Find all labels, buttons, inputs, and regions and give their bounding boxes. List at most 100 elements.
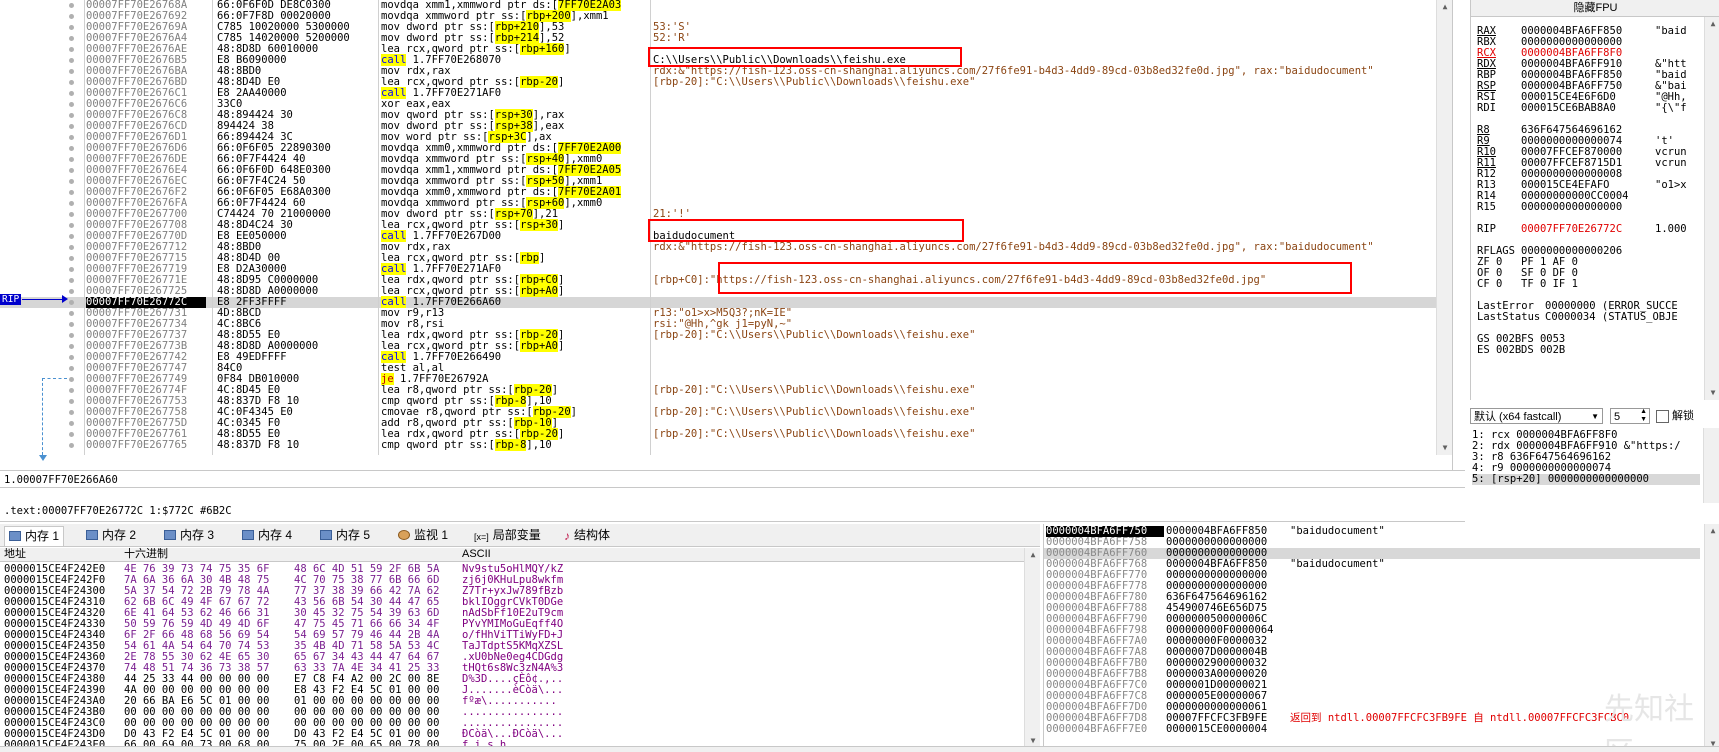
breakpoint-dot-icon[interactable] — [69, 80, 74, 85]
scroll-down-icon[interactable]: ▼ — [1025, 736, 1040, 746]
breakpoint-dot-icon[interactable] — [69, 102, 74, 107]
memory-dump-pane[interactable]: 地址 十六进制 ASCII 0000015CE4F242E0 4E 76 39 7… — [0, 548, 1040, 748]
breakpoint-dot-icon[interactable] — [69, 58, 74, 63]
stack-pane[interactable]: 0000004BFA6FF750 0000004BFA6FF850 "baidudo… — [1043, 524, 1719, 751]
bottom-splitter[interactable] — [0, 746, 1719, 752]
breakpoint-dot-icon[interactable] — [69, 388, 74, 393]
arguments-pane[interactable]: 1: rcx 0000004BFA6FF8F0 2: rdx 0000004BFA… — [1470, 428, 1719, 503]
breakpoint-dot-icon[interactable] — [69, 179, 74, 184]
breakpoint-dot-icon[interactable] — [69, 190, 74, 195]
register-row[interactable]: CF 0 TF 0 IF 1 — [1477, 279, 1655, 290]
breakpoint-dot-icon[interactable] — [69, 91, 74, 96]
instruction-comment: rdx:&"https://fish-123.oss-cn-shanghai.a… — [653, 241, 1374, 253]
breakpoint-dot-icon[interactable] — [69, 3, 74, 8]
instruction-suffix: ] — [558, 340, 565, 352]
breakpoint-dot-icon[interactable] — [69, 14, 74, 19]
breakpoint-dot-icon[interactable] — [69, 311, 74, 316]
breakpoint-dot-icon[interactable] — [69, 36, 74, 41]
disasm-row[interactable]: 00007FF70E267765 48:837D F8 10 cmp qword p… — [0, 439, 1452, 451]
scroll-up-icon[interactable]: ▲ — [1025, 550, 1040, 560]
tab-watch-6[interactable]: 监视 1 — [394, 526, 452, 545]
watch-icon — [398, 530, 410, 540]
breakpoint-dot-icon[interactable] — [69, 223, 74, 228]
breakpoint-dot-icon[interactable] — [69, 333, 74, 338]
scroll-down-icon[interactable]: ▼ — [1705, 388, 1719, 398]
register-value: DS 002B — [1521, 344, 1566, 356]
breakpoint-dot-icon[interactable] — [69, 47, 74, 52]
tab-memory-1[interactable]: 内存 1 — [4, 526, 65, 546]
tab-struct-8[interactable]: ♪ 结构体 — [560, 526, 614, 545]
argument-row[interactable]: 5: [rsp+20] 0000000000000000 — [1472, 474, 1700, 485]
breakpoint-dot-icon[interactable] — [69, 300, 74, 305]
instruction-highlight: rbp-8 — [494, 439, 527, 451]
breakpoint-dot-icon[interactable] — [69, 113, 74, 118]
column-separator — [84, 0, 85, 455]
calling-convention-select[interactable]: 默认 (x64 fastcall) ▼ — [1470, 408, 1603, 424]
local-vars-icon: [x=] — [474, 528, 489, 542]
breakpoint-dot-icon[interactable] — [69, 234, 74, 239]
breakpoint-dot-icon[interactable] — [69, 69, 74, 74]
disassembly-scrollbar[interactable]: ▲ ▼ — [1436, 0, 1452, 455]
breakpoint-dot-icon[interactable] — [69, 124, 74, 129]
breakpoint-dot-icon[interactable] — [69, 355, 74, 360]
breakpoint-dot-icon[interactable] — [69, 377, 74, 382]
tab-memory-2[interactable]: 内存 2 — [82, 526, 140, 545]
register-name: CF 0 — [1477, 278, 1503, 290]
arguments-scrollbar[interactable] — [1703, 428, 1719, 503]
chevron-down-icon: ▼ — [1591, 412, 1599, 421]
breakpoint-dot-icon[interactable] — [69, 212, 74, 217]
instruction-suffix: ] — [551, 384, 559, 396]
tab-memory-5[interactable]: 内存 5 — [316, 526, 374, 545]
breakpoint-dot-icon[interactable] — [69, 344, 74, 349]
register-row[interactable]: RIP 00007FF70E26772C 1.000 — [1477, 224, 1687, 235]
registers-scrollbar[interactable]: ▲ ▼ — [1704, 17, 1719, 400]
stack-scrollbar[interactable]: ▲ ▼ — [1704, 524, 1719, 751]
tab-label: 内存 4 — [258, 528, 293, 542]
register-row[interactable]: ES 002BDS 002B — [1477, 345, 1655, 356]
dump-header-address: 地址 — [4, 548, 26, 560]
spinner-arrows-icon[interactable]: ▲ ▼ — [1640, 408, 1647, 424]
scroll-up-icon[interactable]: ▲ — [1705, 526, 1719, 536]
breakpoint-dot-icon[interactable] — [69, 278, 74, 283]
register-row[interactable]: LastStatus C0000034 (STATUS_OBJE — [1477, 312, 1679, 323]
dump-scrollbar[interactable]: ▲ ▼ — [1024, 548, 1040, 748]
breakpoint-dot-icon[interactable] — [69, 399, 74, 404]
breakpoint-dot-icon[interactable] — [69, 289, 74, 294]
breakpoint-dot-icon[interactable] — [69, 366, 74, 371]
scroll-up-icon[interactable]: ▲ — [1705, 19, 1719, 29]
breakpoint-dot-icon[interactable] — [69, 135, 74, 140]
hide-fpu-button[interactable]: 隐藏FPU — [1471, 0, 1719, 17]
breakpoint-dot-icon[interactable] — [69, 322, 74, 327]
breakpoint-dot-icon[interactable] — [69, 421, 74, 426]
unlock-checkbox[interactable] — [1656, 410, 1669, 423]
disassembly-pane[interactable]: 00007FF70E26768A 66:0F6F0D DE8C0300 movdqa… — [0, 0, 1453, 470]
breakpoint-dot-icon[interactable] — [69, 157, 74, 162]
breakpoint-dot-icon[interactable] — [69, 25, 74, 30]
breakpoint-dot-icon[interactable] — [69, 443, 74, 448]
breakpoint-dot-icon[interactable] — [69, 146, 74, 151]
instruction-highlight: rbp — [520, 252, 540, 264]
breakpoint-dot-icon[interactable] — [69, 201, 74, 206]
register-comment: "{\"f — [1655, 102, 1687, 114]
register-row[interactable]: R15 0000000000000000 — [1477, 202, 1655, 213]
scroll-up-icon[interactable]: ▲ — [1437, 2, 1452, 12]
register-row[interactable]: RDI 000015CE6BAB8A0 "{\"f — [1477, 103, 1687, 114]
breakpoint-dot-icon[interactable] — [69, 245, 74, 250]
tab-local-vars-7[interactable]: [x=] 局部变量 — [470, 526, 545, 545]
breakpoint-dot-icon[interactable] — [69, 432, 74, 437]
arg-count-spinner[interactable]: 5 ▲ ▼ — [1610, 408, 1650, 424]
stack-row[interactable]: 0000004BFA6FF7E0 0000015CE0000004 — [1044, 724, 1700, 735]
tab-memory-4[interactable]: 内存 4 — [238, 526, 296, 545]
breakpoint-dot-icon[interactable] — [69, 410, 74, 415]
jump-line — [42, 378, 67, 455]
memory-icon — [164, 530, 176, 540]
breakpoint-dot-icon[interactable] — [69, 256, 74, 261]
tab-icon-glyph: [x=] — [474, 532, 489, 542]
breakpoint-dot-icon[interactable] — [69, 168, 74, 173]
tab-memory-3[interactable]: 内存 3 — [160, 526, 218, 545]
scroll-down-icon[interactable]: ▼ — [1437, 443, 1452, 453]
registers-pane[interactable]: 隐藏FPU RAX 0000004BFA6FF850 "baid RBX 0000000… — [1470, 0, 1719, 400]
breakpoint-dot-icon[interactable] — [69, 267, 74, 272]
register-value: 00007FF70E26772C — [1521, 223, 1623, 235]
tab-label: 内存 2 — [102, 528, 137, 542]
